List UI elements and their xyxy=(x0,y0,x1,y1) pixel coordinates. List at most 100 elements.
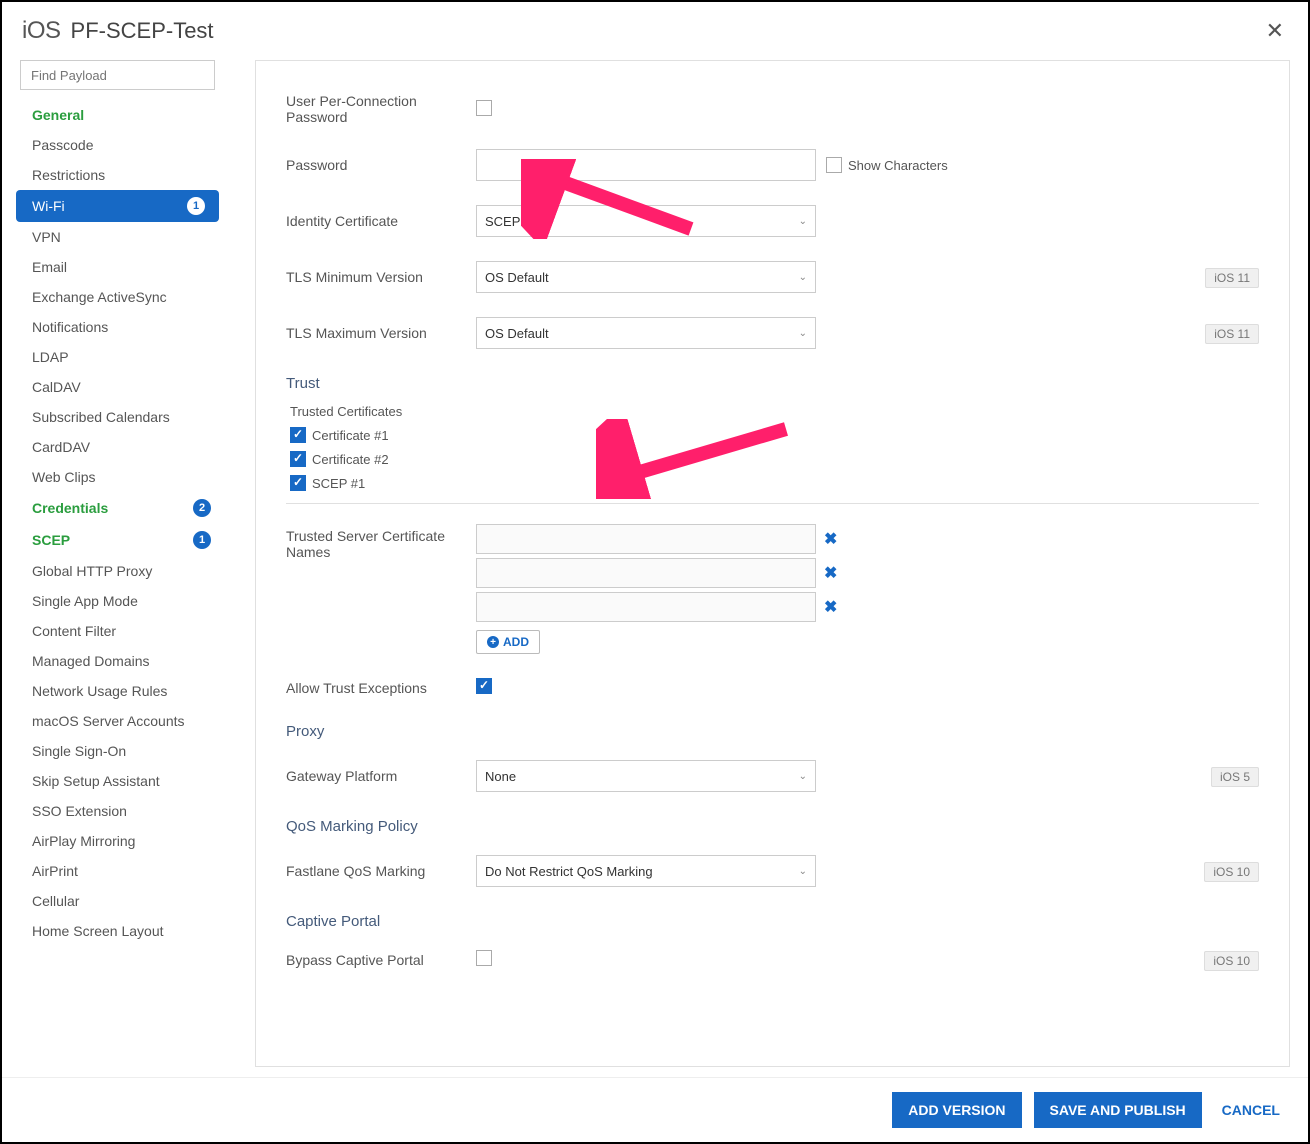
sidebar-item-carddav[interactable]: CardDAV xyxy=(10,432,225,462)
sidebar: General PasscodeRestrictionsWi-Fi1VPNEmai… xyxy=(10,60,225,1077)
trust-section-title: Trust xyxy=(286,361,1259,400)
fastlane-qos-value: Do Not Restrict QoS Marking xyxy=(485,864,653,879)
user-per-conn-pw-label: User Per-Connection Password xyxy=(286,93,476,125)
add-server-name-button[interactable]: + ADD xyxy=(476,630,540,654)
chevron-down-icon: ⌄ xyxy=(799,216,807,227)
password-label: Password xyxy=(286,157,476,173)
sidebar-item-airprint[interactable]: AirPrint xyxy=(10,856,225,886)
server-name-input-3[interactable] xyxy=(476,592,816,622)
sidebar-item-single-sign-on[interactable]: Single Sign-On xyxy=(10,736,225,766)
page-title: PF-SCEP-Test xyxy=(71,18,214,44)
sidebar-badge: 1 xyxy=(187,197,205,215)
plus-icon: + xyxy=(487,636,499,648)
trusted-cert-checkbox[interactable] xyxy=(290,427,306,443)
tls-min-select[interactable]: OS Default ⌄ xyxy=(476,261,816,293)
modal-body: General PasscodeRestrictionsWi-Fi1VPNEmai… xyxy=(2,60,1308,1077)
add-version-button[interactable]: ADD VERSION xyxy=(892,1092,1021,1128)
show-characters-label: Show Characters xyxy=(848,158,948,173)
tls-max-tag: iOS 11 xyxy=(1205,324,1259,344)
remove-icon[interactable]: ✖ xyxy=(824,529,837,549)
identity-cert-value: SCEP #1 xyxy=(485,214,538,229)
sidebar-item-label: Credentials xyxy=(32,500,108,516)
trusted-server-names-label: Trusted Server Certificate Names xyxy=(286,524,476,560)
trusted-cert-label: Certificate #1 xyxy=(312,428,389,443)
fastlane-qos-label: Fastlane QoS Marking xyxy=(286,863,476,879)
sidebar-item-wi-fi[interactable]: Wi-Fi1 xyxy=(16,190,219,222)
sidebar-item-label: SCEP xyxy=(32,532,70,548)
sidebar-item-network-usage-rules[interactable]: Network Usage Rules xyxy=(10,676,225,706)
server-name-input-1[interactable] xyxy=(476,524,816,554)
allow-trust-exceptions-checkbox[interactable] xyxy=(476,678,492,694)
sidebar-item-label: General xyxy=(32,107,84,123)
show-characters-checkbox[interactable] xyxy=(826,157,842,173)
sidebar-item-sso-extension[interactable]: SSO Extension xyxy=(10,796,225,826)
remove-icon[interactable]: ✖ xyxy=(824,563,837,583)
trusted-cert-checkbox[interactable] xyxy=(290,475,306,491)
trusted-certs-label: Trusted Certificates xyxy=(290,400,1259,423)
divider xyxy=(286,503,1259,504)
cancel-button[interactable]: CANCEL xyxy=(1214,1092,1288,1128)
user-per-conn-pw-checkbox[interactable] xyxy=(476,100,492,116)
trusted-cert-checkbox[interactable] xyxy=(290,451,306,467)
bypass-captive-checkbox[interactable] xyxy=(476,950,492,966)
platform-label: iOS xyxy=(22,17,61,45)
sidebar-item-subscribed-calendars[interactable]: Subscribed Calendars xyxy=(10,402,225,432)
sidebar-item-ldap[interactable]: LDAP xyxy=(10,342,225,372)
sidebar-badge: 1 xyxy=(193,531,211,549)
chevron-down-icon: ⌄ xyxy=(799,866,807,877)
tls-min-tag: iOS 11 xyxy=(1205,268,1259,288)
sidebar-item-label: AirPlay Mirroring xyxy=(32,833,135,849)
sidebar-item-label: macOS Server Accounts xyxy=(32,713,185,729)
captive-section-title: Captive Portal xyxy=(286,899,1259,938)
sidebar-item-credentials[interactable]: Credentials 2 xyxy=(10,492,225,524)
gateway-platform-value: None xyxy=(485,769,516,784)
qos-section-title: QoS Marking Policy xyxy=(286,804,1259,843)
sidebar-item-label: Exchange ActiveSync xyxy=(32,289,167,305)
fastlane-tag: iOS 10 xyxy=(1204,862,1259,882)
search-input[interactable] xyxy=(20,60,215,90)
sidebar-item-content-filter[interactable]: Content Filter xyxy=(10,616,225,646)
sidebar-item-vpn[interactable]: VPN xyxy=(10,222,225,252)
sidebar-item-macos-server-accounts[interactable]: macOS Server Accounts xyxy=(10,706,225,736)
password-input[interactable] xyxy=(476,149,816,181)
tls-max-select[interactable]: OS Default ⌄ xyxy=(476,317,816,349)
server-name-input-2[interactable] xyxy=(476,558,816,588)
identity-cert-select[interactable]: SCEP #1 ⌄ xyxy=(476,205,816,237)
sidebar-item-airplay-mirroring[interactable]: AirPlay Mirroring xyxy=(10,826,225,856)
sidebar-item-caldav[interactable]: CalDAV xyxy=(10,372,225,402)
sidebar-item-exchange-activesync[interactable]: Exchange ActiveSync xyxy=(10,282,225,312)
sidebar-item-scep[interactable]: SCEP 1 xyxy=(10,524,225,556)
sidebar-list[interactable]: General PasscodeRestrictionsWi-Fi1VPNEmai… xyxy=(10,100,225,1077)
fastlane-qos-select[interactable]: Do Not Restrict QoS Marking ⌄ xyxy=(476,855,816,887)
remove-icon[interactable]: ✖ xyxy=(824,597,837,617)
sidebar-item-web-clips[interactable]: Web Clips xyxy=(10,462,225,492)
sidebar-item-home-screen-layout[interactable]: Home Screen Layout xyxy=(10,916,225,946)
add-label: ADD xyxy=(503,635,529,649)
sidebar-item-label: Subscribed Calendars xyxy=(32,409,170,425)
sidebar-item-cellular[interactable]: Cellular xyxy=(10,886,225,916)
identity-cert-label: Identity Certificate xyxy=(286,213,476,229)
sidebar-item-passcode[interactable]: Passcode xyxy=(10,130,225,160)
sidebar-item-label: LDAP xyxy=(32,349,69,365)
sidebar-item-label: CalDAV xyxy=(32,379,81,395)
sidebar-item-label: Single App Mode xyxy=(32,593,138,609)
trusted-cert-label: SCEP #1 xyxy=(312,476,365,491)
sidebar-item-label: Network Usage Rules xyxy=(32,683,167,699)
sidebar-item-single-app-mode[interactable]: Single App Mode xyxy=(10,586,225,616)
sidebar-item-managed-domains[interactable]: Managed Domains xyxy=(10,646,225,676)
sidebar-badge: 2 xyxy=(193,499,211,517)
tls-max-value: OS Default xyxy=(485,326,549,341)
sidebar-item-restrictions[interactable]: Restrictions xyxy=(10,160,225,190)
sidebar-item-general[interactable]: General xyxy=(10,100,225,130)
chevron-down-icon: ⌄ xyxy=(799,328,807,339)
wifi-settings-panel[interactable]: User Per-Connection Password Password Sh… xyxy=(255,60,1290,1067)
sidebar-item-global-http-proxy[interactable]: Global HTTP Proxy xyxy=(10,556,225,586)
gateway-platform-label: Gateway Platform xyxy=(286,768,476,784)
sidebar-item-notifications[interactable]: Notifications xyxy=(10,312,225,342)
sidebar-item-skip-setup-assistant[interactable]: Skip Setup Assistant xyxy=(10,766,225,796)
close-button[interactable]: ✕ xyxy=(1262,14,1288,48)
sidebar-item-label: AirPrint xyxy=(32,863,78,879)
gateway-platform-select[interactable]: None ⌄ xyxy=(476,760,816,792)
sidebar-item-email[interactable]: Email xyxy=(10,252,225,282)
save-and-publish-button[interactable]: SAVE AND PUBLISH xyxy=(1034,1092,1202,1128)
